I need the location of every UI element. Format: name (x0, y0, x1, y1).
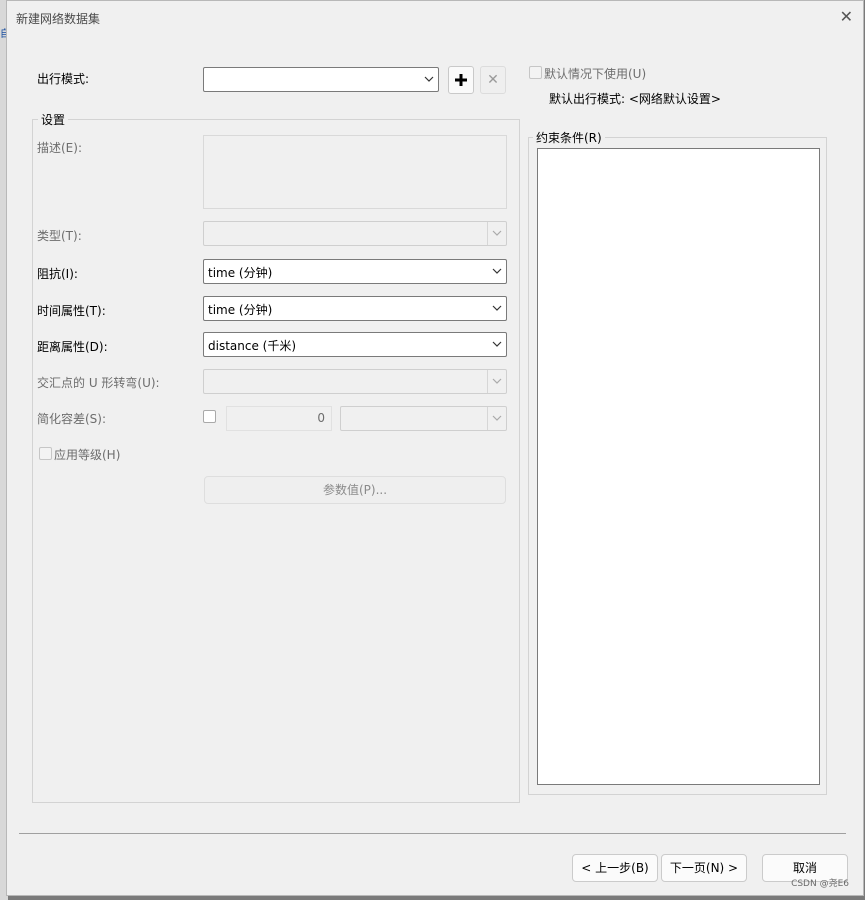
dialog-title: 新建网络数据集 (16, 12, 101, 26)
time-attribute-select[interactable]: time (分钟) (203, 296, 507, 321)
simplify-tolerance-label: 简化容差(S): (37, 412, 107, 426)
time-attribute-value: time (分钟) (208, 303, 273, 317)
simplify-tolerance-input[interactable]: 0 (226, 406, 332, 431)
simplify-tolerance-value: 0 (317, 411, 325, 425)
restrictions-list[interactable] (537, 148, 820, 785)
uturn-select[interactable] (203, 369, 507, 394)
use-default-label: 默认情况下使用(U) (544, 67, 647, 81)
travel-mode-select[interactable] (203, 67, 439, 92)
chevron-down-icon (487, 222, 506, 245)
description-textarea[interactable] (203, 135, 507, 209)
simplify-unit-select[interactable] (340, 406, 507, 431)
remove-travel-mode-button[interactable]: ✕ (480, 66, 506, 94)
time-attribute-label: 时间属性(T): (37, 304, 106, 318)
plus-icon (455, 74, 467, 86)
back-button[interactable]: < 上一步(B) (572, 854, 658, 882)
use-default-checkbox[interactable] (529, 66, 542, 79)
type-select[interactable] (203, 221, 507, 246)
description-label: 描述(E): (37, 141, 82, 155)
close-icon[interactable]: ✕ (840, 7, 853, 26)
title-bar: 新建网络数据集 ✕ (7, 1, 863, 33)
default-travel-mode-text: 默认出行模式: <网络默认设置> (549, 92, 721, 106)
chevron-down-icon (420, 68, 438, 91)
watermark: CSDN @尧E6 (791, 879, 849, 889)
chevron-down-icon (487, 407, 506, 430)
distance-attribute-select[interactable]: distance (千米) (203, 332, 507, 357)
distance-attribute-value: distance (千米) (208, 339, 297, 353)
type-label: 类型(T): (37, 229, 82, 243)
apply-hierarchy-label: 应用等级(H) (54, 448, 121, 462)
settings-group-title: 设置 (38, 111, 69, 128)
new-network-dataset-dialog: 新建网络数据集 ✕ 出行模式: ✕ 默认情况下使用(U) 默认出行模式: <网络… (6, 0, 864, 896)
impedance-select[interactable]: time (分钟) (203, 259, 507, 284)
next-button[interactable]: 下一页(N) > (661, 854, 747, 882)
travel-mode-label: 出行模式: (37, 72, 90, 86)
chevron-down-icon (488, 297, 506, 320)
chevron-down-icon (488, 260, 506, 283)
apply-hierarchy-checkbox[interactable] (39, 447, 52, 460)
chevron-down-icon (487, 370, 506, 393)
chevron-down-icon (488, 333, 506, 356)
parameter-values-button[interactable]: 参数值(P)... (204, 476, 506, 504)
footer-separator (19, 833, 846, 834)
add-travel-mode-button[interactable] (448, 66, 474, 94)
impedance-label: 阻抗(I): (37, 267, 78, 281)
close-icon: ✕ (487, 72, 499, 88)
restrictions-group-title: 约束条件(R) (533, 129, 605, 146)
uturn-label: 交汇点的 U 形转弯(U): (37, 376, 160, 390)
simplify-checkbox[interactable] (203, 410, 216, 423)
distance-attribute-label: 距离属性(D): (37, 340, 108, 354)
impedance-value: time (分钟) (208, 266, 273, 280)
